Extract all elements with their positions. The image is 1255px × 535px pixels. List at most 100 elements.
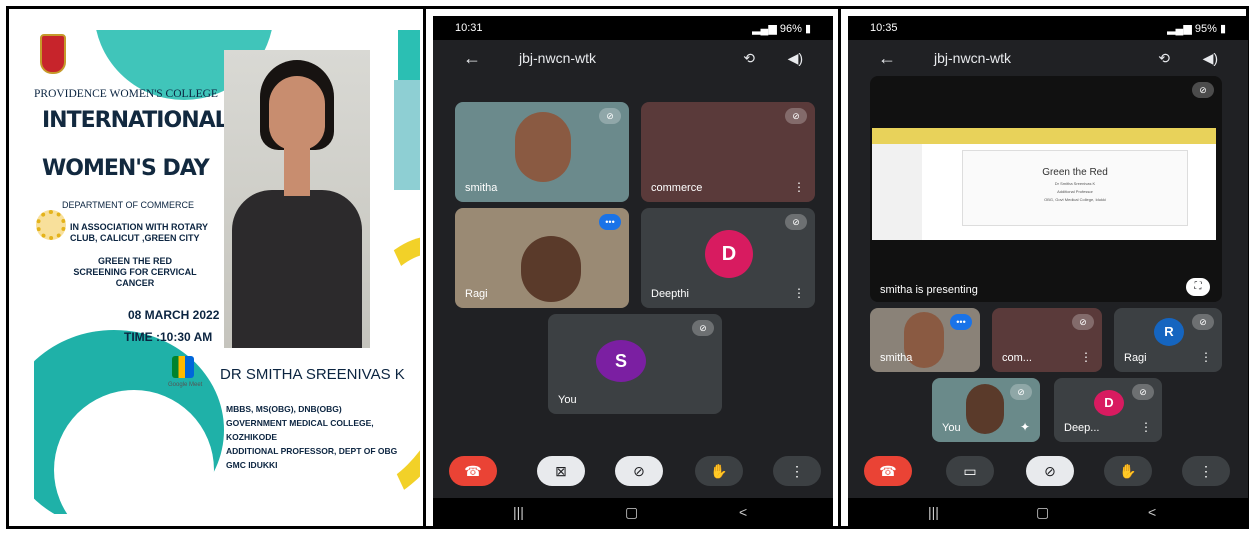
video-feed xyxy=(521,236,581,302)
more-options-icon[interactable]: ⋮ xyxy=(793,180,805,194)
presentation-tile[interactable]: ⊘ Green the Red Dr Smitha Sreenivas K Ad… xyxy=(870,76,1222,302)
participant-tile[interactable]: D ⊘ Deepthi ⋮ xyxy=(641,208,815,308)
battery-level: 96% xyxy=(779,23,802,35)
signal-icon: ▂▄▆ xyxy=(752,23,780,35)
mic-off-icon: ⊘ xyxy=(1132,384,1154,400)
back-icon[interactable]: < xyxy=(739,504,747,520)
battery-icon: ▮ xyxy=(804,23,811,35)
rotary-logo-icon xyxy=(36,210,66,240)
meeting-id[interactable]: jbj-nwcn-wtk xyxy=(519,50,596,66)
participant-tile[interactable]: D ⊘ Deep... ⋮ xyxy=(1054,378,1162,442)
speaking-indicator-icon: ••• xyxy=(599,214,621,230)
participant-name: Deepthi xyxy=(651,288,689,300)
qual-line: GMC IDUKKI xyxy=(226,460,278,470)
back-arrow-icon[interactable]: ← xyxy=(878,48,896,69)
avatar: S xyxy=(596,340,646,382)
effects-icon[interactable]: ✦ xyxy=(1020,420,1030,434)
presenting-label: smitha is presenting xyxy=(880,284,978,296)
more-options-button[interactable]: ⋮ xyxy=(773,456,821,486)
video-feed xyxy=(966,384,1004,434)
camera-button[interactable]: ▭ xyxy=(946,456,994,486)
participant-tile[interactable]: ⊘ commerce ⋮ xyxy=(641,102,815,202)
participant-tile[interactable]: ⊘ smitha xyxy=(455,102,629,202)
participant-tile-self[interactable]: ⊘ You ✦ xyxy=(932,378,1040,442)
meeting-topbar: ← jbj-nwcn-wtk ⟲ ◀) xyxy=(433,44,833,74)
fullscreen-icon[interactable]: ⛶ xyxy=(1186,278,1210,296)
video-feed xyxy=(515,112,571,182)
status-time: 10:35 xyxy=(870,22,898,34)
divider xyxy=(423,6,426,529)
home-icon[interactable]: ▢ xyxy=(625,504,638,521)
signal-icon: ▂▄▆ xyxy=(1167,23,1195,35)
slide-thumbnails xyxy=(872,144,922,240)
speaker-icon[interactable]: ◀) xyxy=(1203,50,1218,67)
participant-tile[interactable]: ⊘ com... ⋮ xyxy=(992,308,1102,372)
mic-off-icon: ⊘ xyxy=(785,108,807,124)
mic-off-button[interactable]: ⊘ xyxy=(615,456,663,486)
call-controls: ☎ ▭ ⊘ ✋ ⋮ xyxy=(848,456,1248,496)
department: DEPARTMENT OF COMMERCE xyxy=(62,200,195,210)
avatar: R xyxy=(1154,318,1184,346)
speaker-icon[interactable]: ◀) xyxy=(788,50,803,67)
participant-tile[interactable]: ••• smitha xyxy=(870,308,980,372)
slide-subtitle: Additional Professor xyxy=(1057,189,1093,194)
speaker-quals: MBBS, MS(OBG), DNB(OBG) GOVERNMENT MEDIC… xyxy=(226,402,420,472)
participant-name: commerce xyxy=(651,182,703,194)
participant-name: com... xyxy=(1002,352,1032,364)
camera-switch-icon[interactable]: ⟲ xyxy=(1158,50,1170,67)
mic-off-icon: ⊘ xyxy=(1192,82,1214,98)
more-options-icon[interactable]: ⋮ xyxy=(793,286,805,300)
meet-label: Google Meet xyxy=(168,382,203,388)
qual-line: GOVERNMENT MEDICAL COLLEGE, KOZHIKODE xyxy=(226,418,374,442)
event-time: TIME :10:30 AM xyxy=(124,330,213,344)
mic-off-button[interactable]: ⊘ xyxy=(1026,456,1074,486)
participant-name: smitha xyxy=(880,352,913,364)
participant-tile[interactable]: R ⊘ Ragi ⋮ xyxy=(1114,308,1222,372)
back-icon[interactable]: < xyxy=(1148,504,1156,520)
home-icon[interactable]: ▢ xyxy=(1036,504,1049,521)
end-call-button[interactable]: ☎ xyxy=(864,456,912,486)
participant-name: You xyxy=(558,394,577,406)
more-options-button[interactable]: ⋮ xyxy=(1182,456,1230,486)
android-navbar: ||| ▢ < xyxy=(848,498,1248,526)
mic-off-icon: ⊘ xyxy=(785,214,807,230)
participant-name: Ragi xyxy=(1124,352,1147,364)
more-options-icon[interactable]: ⋮ xyxy=(1200,350,1212,364)
camera-switch-icon[interactable]: ⟲ xyxy=(743,50,755,67)
more-options-icon[interactable]: ⋮ xyxy=(1140,420,1152,434)
browser-bar xyxy=(872,128,1216,144)
raise-hand-button[interactable]: ✋ xyxy=(695,456,743,486)
camera-off-button[interactable]: ⊠ xyxy=(537,456,585,486)
recent-apps-icon[interactable]: ||| xyxy=(928,504,939,520)
back-arrow-icon[interactable]: ← xyxy=(463,48,481,69)
shared-screen: Green the Red Dr Smitha Sreenivas K Addi… xyxy=(872,128,1216,240)
slide-subtitle: OBG, Govt Medical College, Idukki xyxy=(1044,197,1106,202)
status-time: 10:31 xyxy=(455,22,483,34)
participant-tile-self[interactable]: S ⊘ You xyxy=(548,314,722,414)
mic-off-icon: ⊘ xyxy=(1010,384,1032,400)
poster-title: WOMEN'S DAY xyxy=(42,156,210,181)
call-controls: ☎ ⊠ ⊘ ✋ ⋮ xyxy=(433,456,833,496)
battery-icon: ▮ xyxy=(1219,23,1226,35)
mic-off-icon: ⊘ xyxy=(599,108,621,124)
event-poster: PROVIDENCE WOMEN'S COLLEGE INTERNATIONAL… xyxy=(34,30,420,514)
divider xyxy=(838,6,841,529)
participant-tile[interactable]: ••• Ragi xyxy=(455,208,629,308)
more-options-icon[interactable]: ⋮ xyxy=(1080,350,1092,364)
participant-name: Ragi xyxy=(465,288,488,300)
meeting-id[interactable]: jbj-nwcn-wtk xyxy=(934,50,1011,66)
participant-name: smitha xyxy=(465,182,498,194)
mic-off-icon: ⊘ xyxy=(1192,314,1214,330)
status-bar: 10:31 ▂▄▆ 96% ▮ xyxy=(433,16,833,40)
decor-shape xyxy=(394,80,420,190)
avatar: D xyxy=(1094,390,1124,416)
battery-level: 95% xyxy=(1194,23,1217,35)
speaker-name: DR SMITHA SREENIVAS K xyxy=(220,366,405,383)
slide-title: Green the Red xyxy=(1042,167,1108,178)
college-name: PROVIDENCE WOMEN'S COLLEGE xyxy=(34,88,218,100)
avatar: D xyxy=(705,230,753,278)
raise-hand-button[interactable]: ✋ xyxy=(1104,456,1152,486)
recent-apps-icon[interactable]: ||| xyxy=(513,504,524,520)
google-meet-icon xyxy=(172,356,194,378)
end-call-button[interactable]: ☎ xyxy=(449,456,497,486)
